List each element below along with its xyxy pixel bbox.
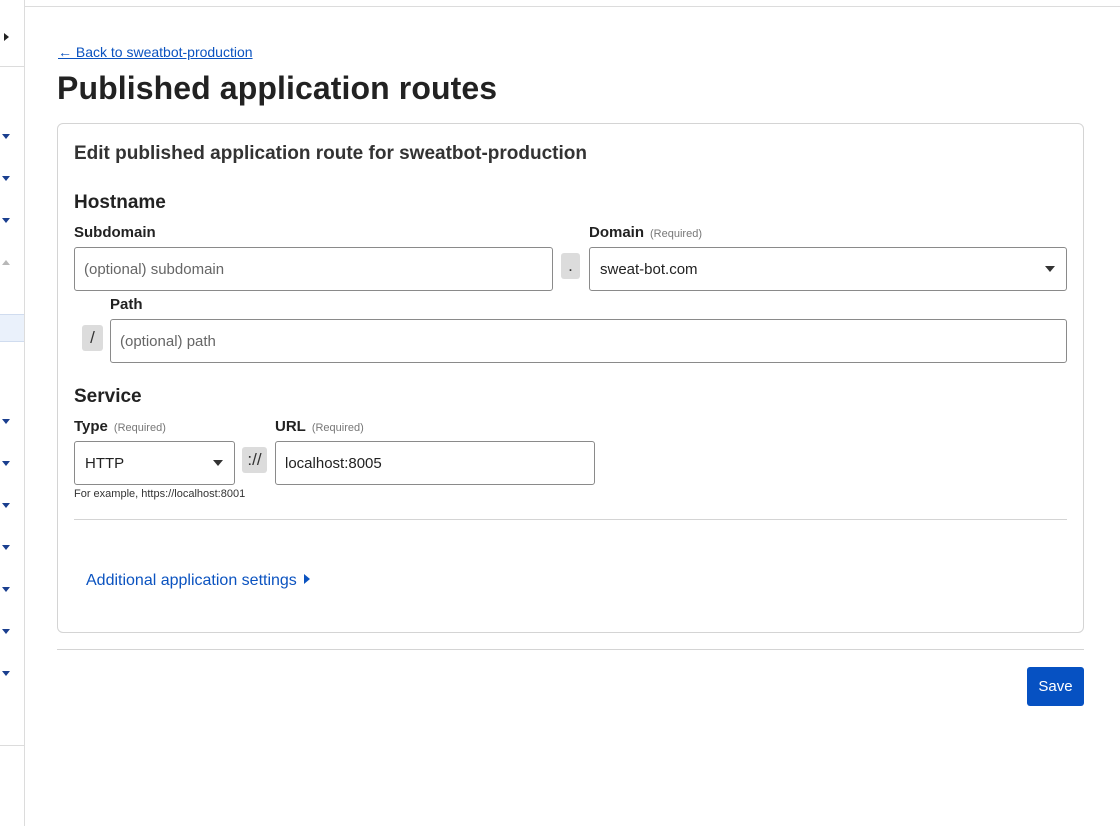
card-divider — [74, 519, 1067, 520]
subdomain-label: Subdomain — [74, 224, 156, 241]
save-button[interactable]: Save — [1027, 667, 1084, 706]
domain-value: sweat-bot.com — [600, 261, 698, 278]
chevron-down-icon[interactable] — [2, 503, 10, 508]
url-required: (Required) — [311, 422, 364, 434]
expand-sidebar-icon[interactable] — [4, 33, 9, 41]
dot-separator: . — [561, 253, 580, 279]
url-label: URL (Required) — [275, 418, 364, 435]
domain-label: Domain (Required) — [589, 224, 702, 241]
chevron-down-icon[interactable] — [2, 176, 10, 181]
sidebar-divider — [0, 745, 24, 746]
sidebar-item-active[interactable] — [0, 314, 24, 342]
chevron-down-icon[interactable] — [2, 134, 10, 139]
chevron-down-icon[interactable] — [2, 629, 10, 634]
chevron-down-icon[interactable] — [2, 587, 10, 592]
chevron-down-icon[interactable] — [2, 419, 10, 424]
back-link[interactable]: ← Back to sweatbot-production — [58, 44, 253, 60]
footer-divider — [57, 649, 1084, 650]
path-label: Path — [110, 296, 143, 313]
card-title: Edit published application route for swe… — [74, 143, 587, 164]
chevron-down-icon[interactable] — [2, 671, 10, 676]
additional-settings-label: Additional application settings — [86, 572, 297, 589]
route-edit-card: Edit published application route for swe… — [57, 123, 1084, 633]
sidebar-divider — [0, 66, 24, 67]
domain-select[interactable]: sweat-bot.com — [589, 247, 1067, 291]
type-label: Type (Required) — [74, 418, 166, 435]
top-border — [25, 6, 1120, 7]
slash-separator: / — [82, 325, 103, 351]
chevron-up-icon[interactable] — [2, 260, 10, 265]
page-title: Published application routes — [57, 70, 498, 106]
sidebar — [0, 0, 25, 826]
caret-right-icon — [303, 574, 310, 584]
domain-required: (Required) — [650, 228, 702, 240]
chevron-down-icon[interactable] — [2, 461, 10, 466]
chevron-down-icon[interactable] — [2, 545, 10, 550]
chevron-down-icon — [213, 460, 223, 466]
service-url-input[interactable] — [275, 441, 595, 485]
service-type-select[interactable]: HTTP — [74, 441, 235, 485]
subdomain-input[interactable] — [74, 247, 553, 291]
service-type-value: HTTP — [85, 455, 125, 472]
chevron-down-icon[interactable] — [2, 218, 10, 223]
path-input[interactable] — [110, 319, 1067, 363]
type-required: (Required) — [113, 422, 166, 434]
scheme-separator: :// — [242, 447, 267, 473]
chevron-down-icon — [1045, 266, 1055, 272]
hostname-heading: Hostname — [74, 192, 166, 213]
service-help-text: For example, https://localhost:8001 — [74, 488, 246, 500]
service-heading: Service — [74, 386, 142, 407]
additional-settings-toggle[interactable]: Additional application settings — [86, 572, 310, 590]
